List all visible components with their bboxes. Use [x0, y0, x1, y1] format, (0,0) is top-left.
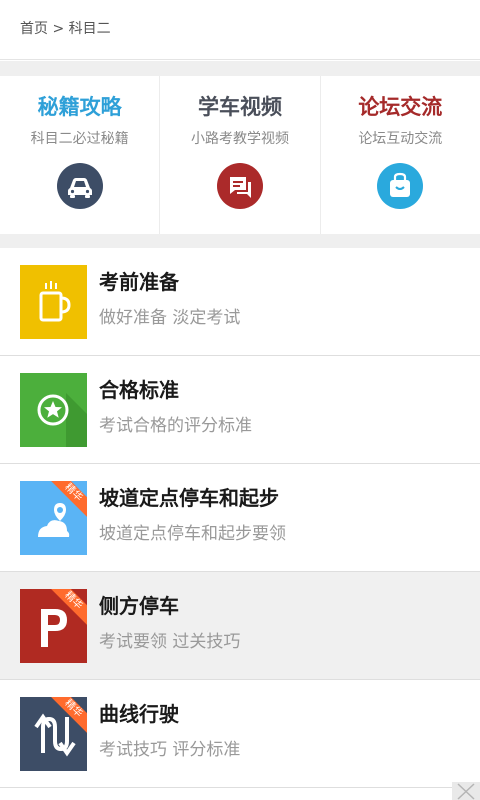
parking-icon: 精华: [20, 589, 87, 663]
feature-tips[interactable]: 秘籍攻略 科目二必过秘籍: [0, 76, 161, 234]
star-badge-icon: [20, 373, 87, 447]
bag-icon: [377, 163, 424, 209]
mug-icon: [20, 265, 87, 339]
list-item[interactable]: 考前准备 做好准备 淡定考试: [0, 248, 480, 356]
feature-title: 秘籍攻略: [37, 95, 122, 119]
close-icon[interactable]: [452, 782, 480, 800]
curve-arrows-icon: 精华: [20, 697, 87, 771]
list-item-subtitle: 考试合格的评分标准: [99, 416, 252, 436]
list-item-title: 坡道定点停车和起步: [99, 486, 279, 510]
list-item-subtitle: 考试要领 过关技巧: [99, 632, 241, 652]
section-divider: [0, 61, 480, 76]
breadcrumb: 首页 > 科目二: [0, 0, 480, 60]
lesson-list: 考前准备 做好准备 淡定考试 合格标准 考试合格的评分标准 精华 坡道定点停车和…: [0, 248, 480, 788]
feature-forum[interactable]: 论坛交流 论坛互动交流: [321, 76, 480, 234]
feature-title: 学车视频: [197, 95, 282, 119]
list-item-title: 侧方停车: [99, 594, 179, 618]
list-item[interactable]: 合格标准 考试合格的评分标准: [0, 356, 480, 464]
hill-pin-icon: 精华: [20, 481, 87, 555]
list-item-title: 合格标准: [99, 378, 179, 402]
list-item-subtitle: 做好准备 淡定考试: [99, 308, 241, 328]
feature-grid: 秘籍攻略 科目二必过秘籍 学车视频 小路考教学视频 论坛交流 论坛互动交流: [0, 76, 480, 234]
chat-icon: [216, 163, 263, 209]
section-divider: [0, 234, 480, 248]
list-item-subtitle: 考试技巧 评分标准: [99, 740, 241, 760]
list-item[interactable]: 精华 曲线行驶 考试技巧 评分标准: [0, 680, 480, 788]
list-item-subtitle: 坡道定点停车和起步要领: [99, 524, 286, 544]
list-item[interactable]: 精华 坡道定点停车和起步 坡道定点停车和起步要领: [0, 464, 480, 572]
feature-subtitle: 科目二必过秘籍: [30, 131, 129, 147]
breadcrumb-text[interactable]: 首页 > 科目二: [20, 18, 111, 38]
list-item[interactable]: 精华 侧方停车 考试要领 过关技巧: [0, 572, 480, 680]
list-item-title: 考前准备: [99, 270, 179, 294]
feature-subtitle: 小路考教学视频: [190, 131, 289, 147]
feature-videos[interactable]: 学车视频 小路考教学视频: [160, 76, 321, 234]
list-item-title: 曲线行驶: [99, 702, 179, 726]
feature-title: 论坛交流: [358, 95, 443, 119]
feature-subtitle: 论坛互动交流: [358, 131, 443, 147]
car-icon: [56, 163, 103, 209]
